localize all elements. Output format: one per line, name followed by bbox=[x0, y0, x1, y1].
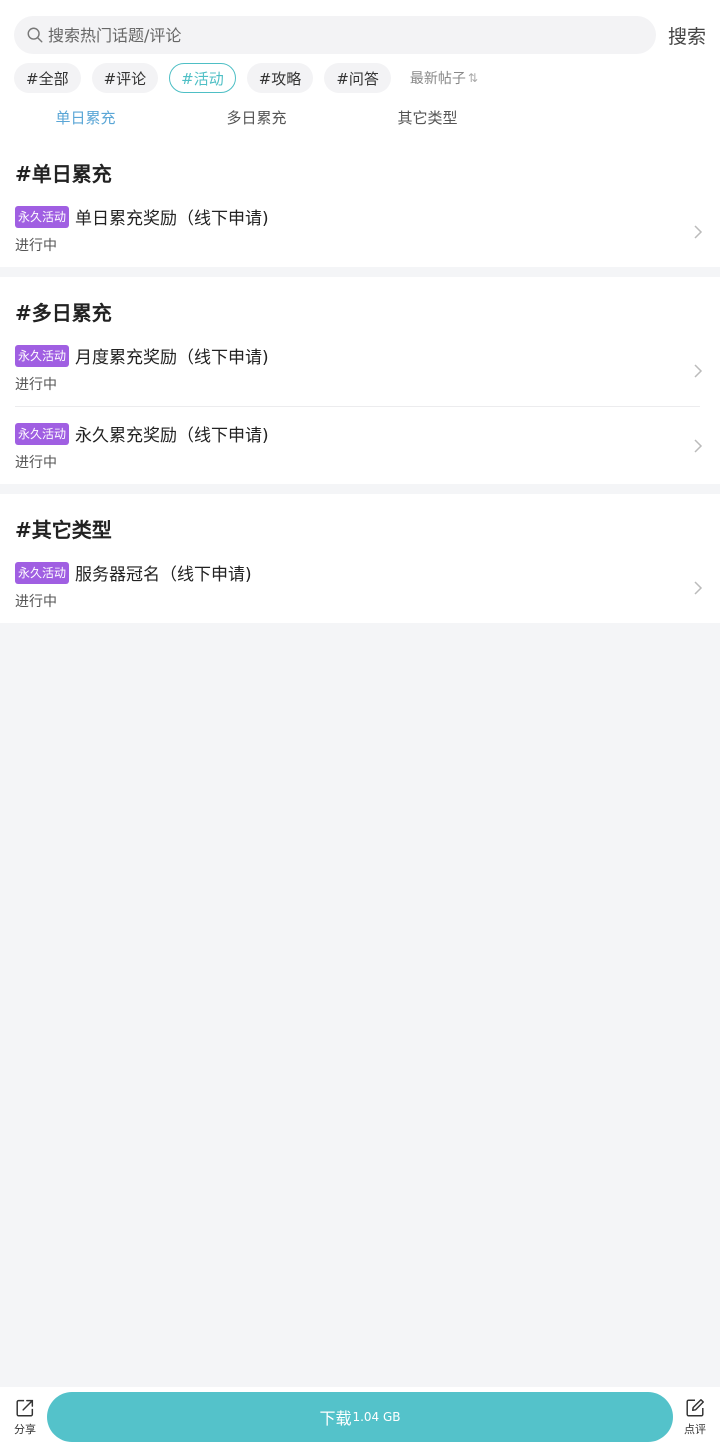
sort-label: 最新帖子 bbox=[409, 71, 466, 87]
status-badge: 永久活动 bbox=[15, 205, 70, 228]
sort-button[interactable]: 最新帖子 ⇅ bbox=[410, 68, 478, 88]
chevron-right-icon bbox=[694, 363, 703, 378]
subtab-multi-day[interactable]: 多日累充 bbox=[171, 107, 342, 128]
item-title: 月度累充奖励（线下申请) bbox=[75, 348, 269, 368]
search-button[interactable]: 搜索 bbox=[668, 22, 706, 49]
item-status: 进行中 bbox=[15, 238, 57, 254]
search-icon bbox=[27, 27, 43, 43]
subtab-other[interactable]: 其它类型 bbox=[342, 107, 513, 128]
tag-filter-row: #全部 #评论 #活动 #攻略 #问答 最新帖子 ⇅ bbox=[0, 60, 720, 96]
list-item[interactable]: 永久活动 月度累充奖励（线下申请) 进行中 bbox=[15, 335, 703, 406]
list-item[interactable]: 永久活动 单日累充奖励（线下申请) 进行中 bbox=[15, 196, 703, 267]
sub-tab-bar: 单日累充 多日累充 其它类型 bbox=[0, 96, 720, 138]
search-box[interactable] bbox=[14, 16, 656, 54]
item-title: 单日累充奖励（线下申请) bbox=[75, 209, 269, 229]
item-title: 服务器冠名（线下申请) bbox=[75, 565, 252, 585]
section-multi-day: #多日累充 永久活动 月度累充奖励（线下申请) 进行中 永久活动 永久累充奖励（… bbox=[0, 277, 720, 484]
tag-comment[interactable]: #评论 bbox=[91, 63, 159, 93]
share-label: 分享 bbox=[14, 1423, 36, 1436]
tag-activity[interactable]: #活动 bbox=[169, 63, 236, 93]
section-title: #其它类型 bbox=[15, 518, 112, 542]
download-size: 1.04 GB bbox=[352, 1410, 401, 1424]
item-title: 永久累充奖励（线下申请) bbox=[75, 426, 269, 446]
sort-icon: ⇅ bbox=[467, 71, 478, 85]
download-label: 下载 bbox=[319, 1409, 352, 1428]
section-other: #其它类型 永久活动 服务器冠名（线下申请) 进行中 bbox=[0, 494, 720, 623]
bottom-action-bar: 分享 下载 1.04 GB 点评 bbox=[0, 1387, 720, 1447]
header: 搜索 #全部 #评论 #活动 #攻略 #问答 最新帖子 ⇅ 单日累充 多日累充 … bbox=[0, 0, 720, 138]
share-icon bbox=[16, 1399, 34, 1417]
section-title: #多日累充 bbox=[15, 301, 112, 325]
chevron-right-icon bbox=[694, 580, 703, 595]
search-row: 搜索 bbox=[0, 0, 720, 60]
tag-qa[interactable]: #问答 bbox=[324, 63, 391, 93]
status-badge: 永久活动 bbox=[15, 561, 70, 584]
list-item[interactable]: 永久活动 服务器冠名（线下申请) 进行中 bbox=[15, 552, 703, 623]
item-status: 进行中 bbox=[15, 455, 57, 471]
chevron-right-icon bbox=[694, 224, 703, 239]
item-status: 进行中 bbox=[15, 377, 57, 393]
subtab-single-day[interactable]: 单日累充 bbox=[0, 107, 171, 128]
tag-all[interactable]: #全部 bbox=[14, 63, 81, 93]
edit-icon bbox=[686, 1399, 704, 1417]
tag-guide[interactable]: #攻略 bbox=[246, 63, 314, 93]
section-title: #单日累充 bbox=[15, 162, 112, 186]
list-item[interactable]: 永久活动 永久累充奖励（线下申请) 进行中 bbox=[15, 406, 703, 484]
item-status: 进行中 bbox=[15, 594, 57, 610]
review-label: 点评 bbox=[684, 1423, 706, 1436]
status-badge: 永久活动 bbox=[15, 344, 70, 367]
section-single-day: #单日累充 永久活动 单日累充奖励（线下申请) 进行中 bbox=[0, 138, 720, 267]
status-badge: 永久活动 bbox=[15, 422, 70, 445]
search-input[interactable] bbox=[48, 25, 644, 45]
review-button[interactable]: 点评 bbox=[676, 1397, 714, 1437]
download-button[interactable]: 下载 1.04 GB bbox=[47, 1392, 673, 1442]
share-button[interactable]: 分享 bbox=[6, 1397, 44, 1437]
chevron-right-icon bbox=[694, 438, 703, 453]
